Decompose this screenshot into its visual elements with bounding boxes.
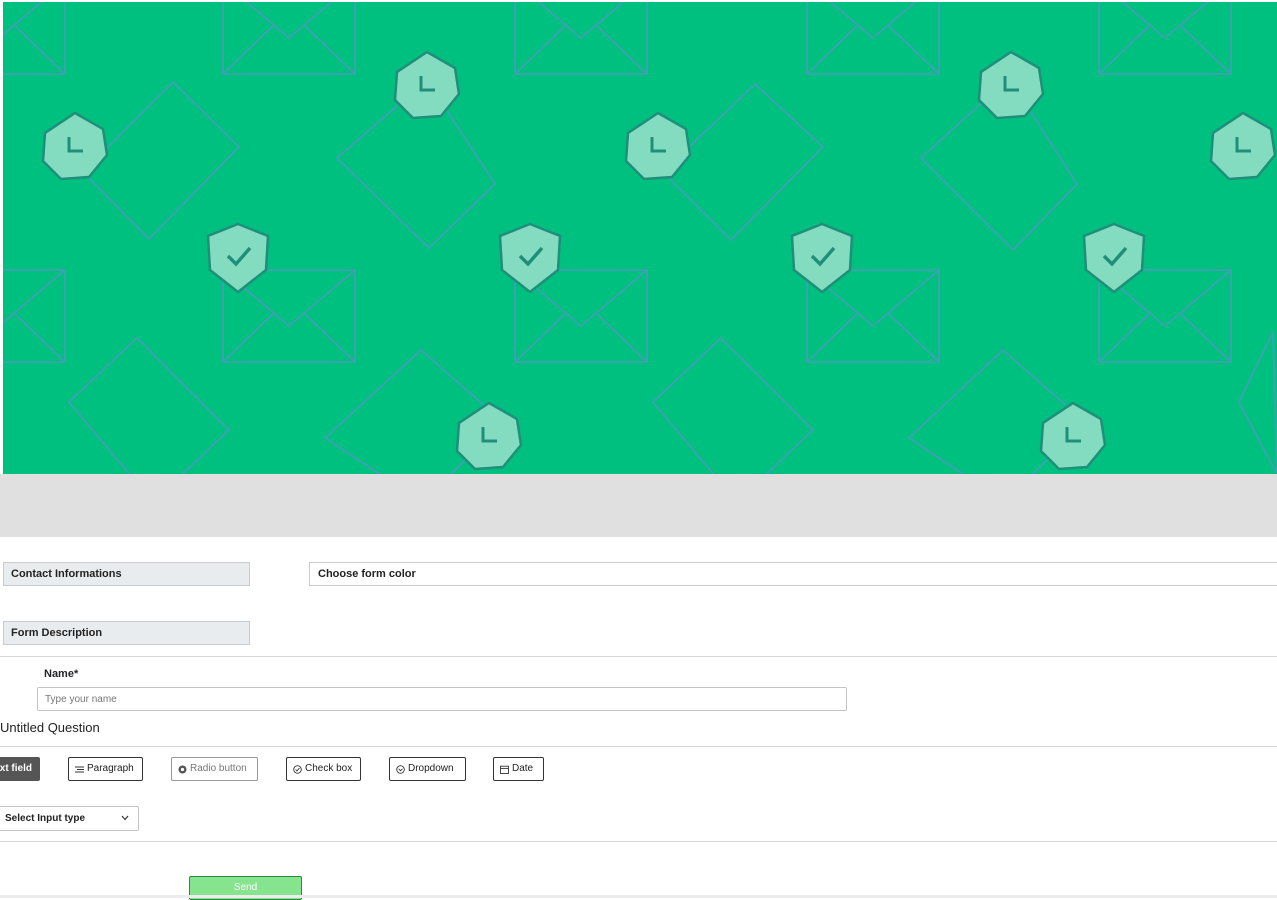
name-field-label: Name* (44, 668, 79, 680)
divider (0, 841, 1277, 842)
select-input-type-dropdown[interactable]: Select Input type (0, 806, 139, 831)
question-title[interactable]: Untitled Question (0, 720, 100, 735)
dropdown-type-label: Dropdown (408, 763, 454, 774)
select-input-type-label: Select Input type (5, 813, 86, 824)
calendar-icon (500, 765, 509, 774)
radio-icon (178, 765, 187, 773)
choose-form-color-field[interactable]: Choose form color (309, 562, 1277, 586)
checkbox-type-button[interactable]: Check box (286, 757, 361, 781)
text-field-type-label: ext field (0, 763, 32, 774)
date-type-label: Date (512, 763, 534, 774)
paragraph-type-button[interactable]: Paragraph (68, 757, 143, 781)
dropdown-circle-icon (396, 764, 405, 774)
check-circle-icon (293, 764, 302, 774)
dropdown-type-button[interactable]: Dropdown (389, 757, 466, 781)
date-type-button[interactable]: Date (493, 757, 544, 781)
radio-type-label: Radio button (190, 763, 247, 774)
divider (0, 656, 1277, 657)
form-description-field[interactable]: Form Description (3, 621, 250, 645)
text-field-type-button[interactable]: ext field (0, 757, 40, 781)
paragraph-icon (75, 766, 84, 772)
chevron-down-icon (121, 815, 129, 821)
envelope-pattern-graphic (3, 2, 1277, 474)
banner-divider-band (0, 474, 1277, 537)
name-input[interactable] (37, 687, 847, 711)
paragraph-type-label: Paragraph (87, 763, 134, 774)
checkbox-type-label: Check box (305, 763, 353, 774)
header-banner-image (3, 2, 1277, 474)
divider (0, 746, 1277, 747)
form-title-field[interactable]: Contact Informations (3, 562, 250, 586)
radio-button-type-button[interactable]: Radio button (171, 757, 258, 781)
